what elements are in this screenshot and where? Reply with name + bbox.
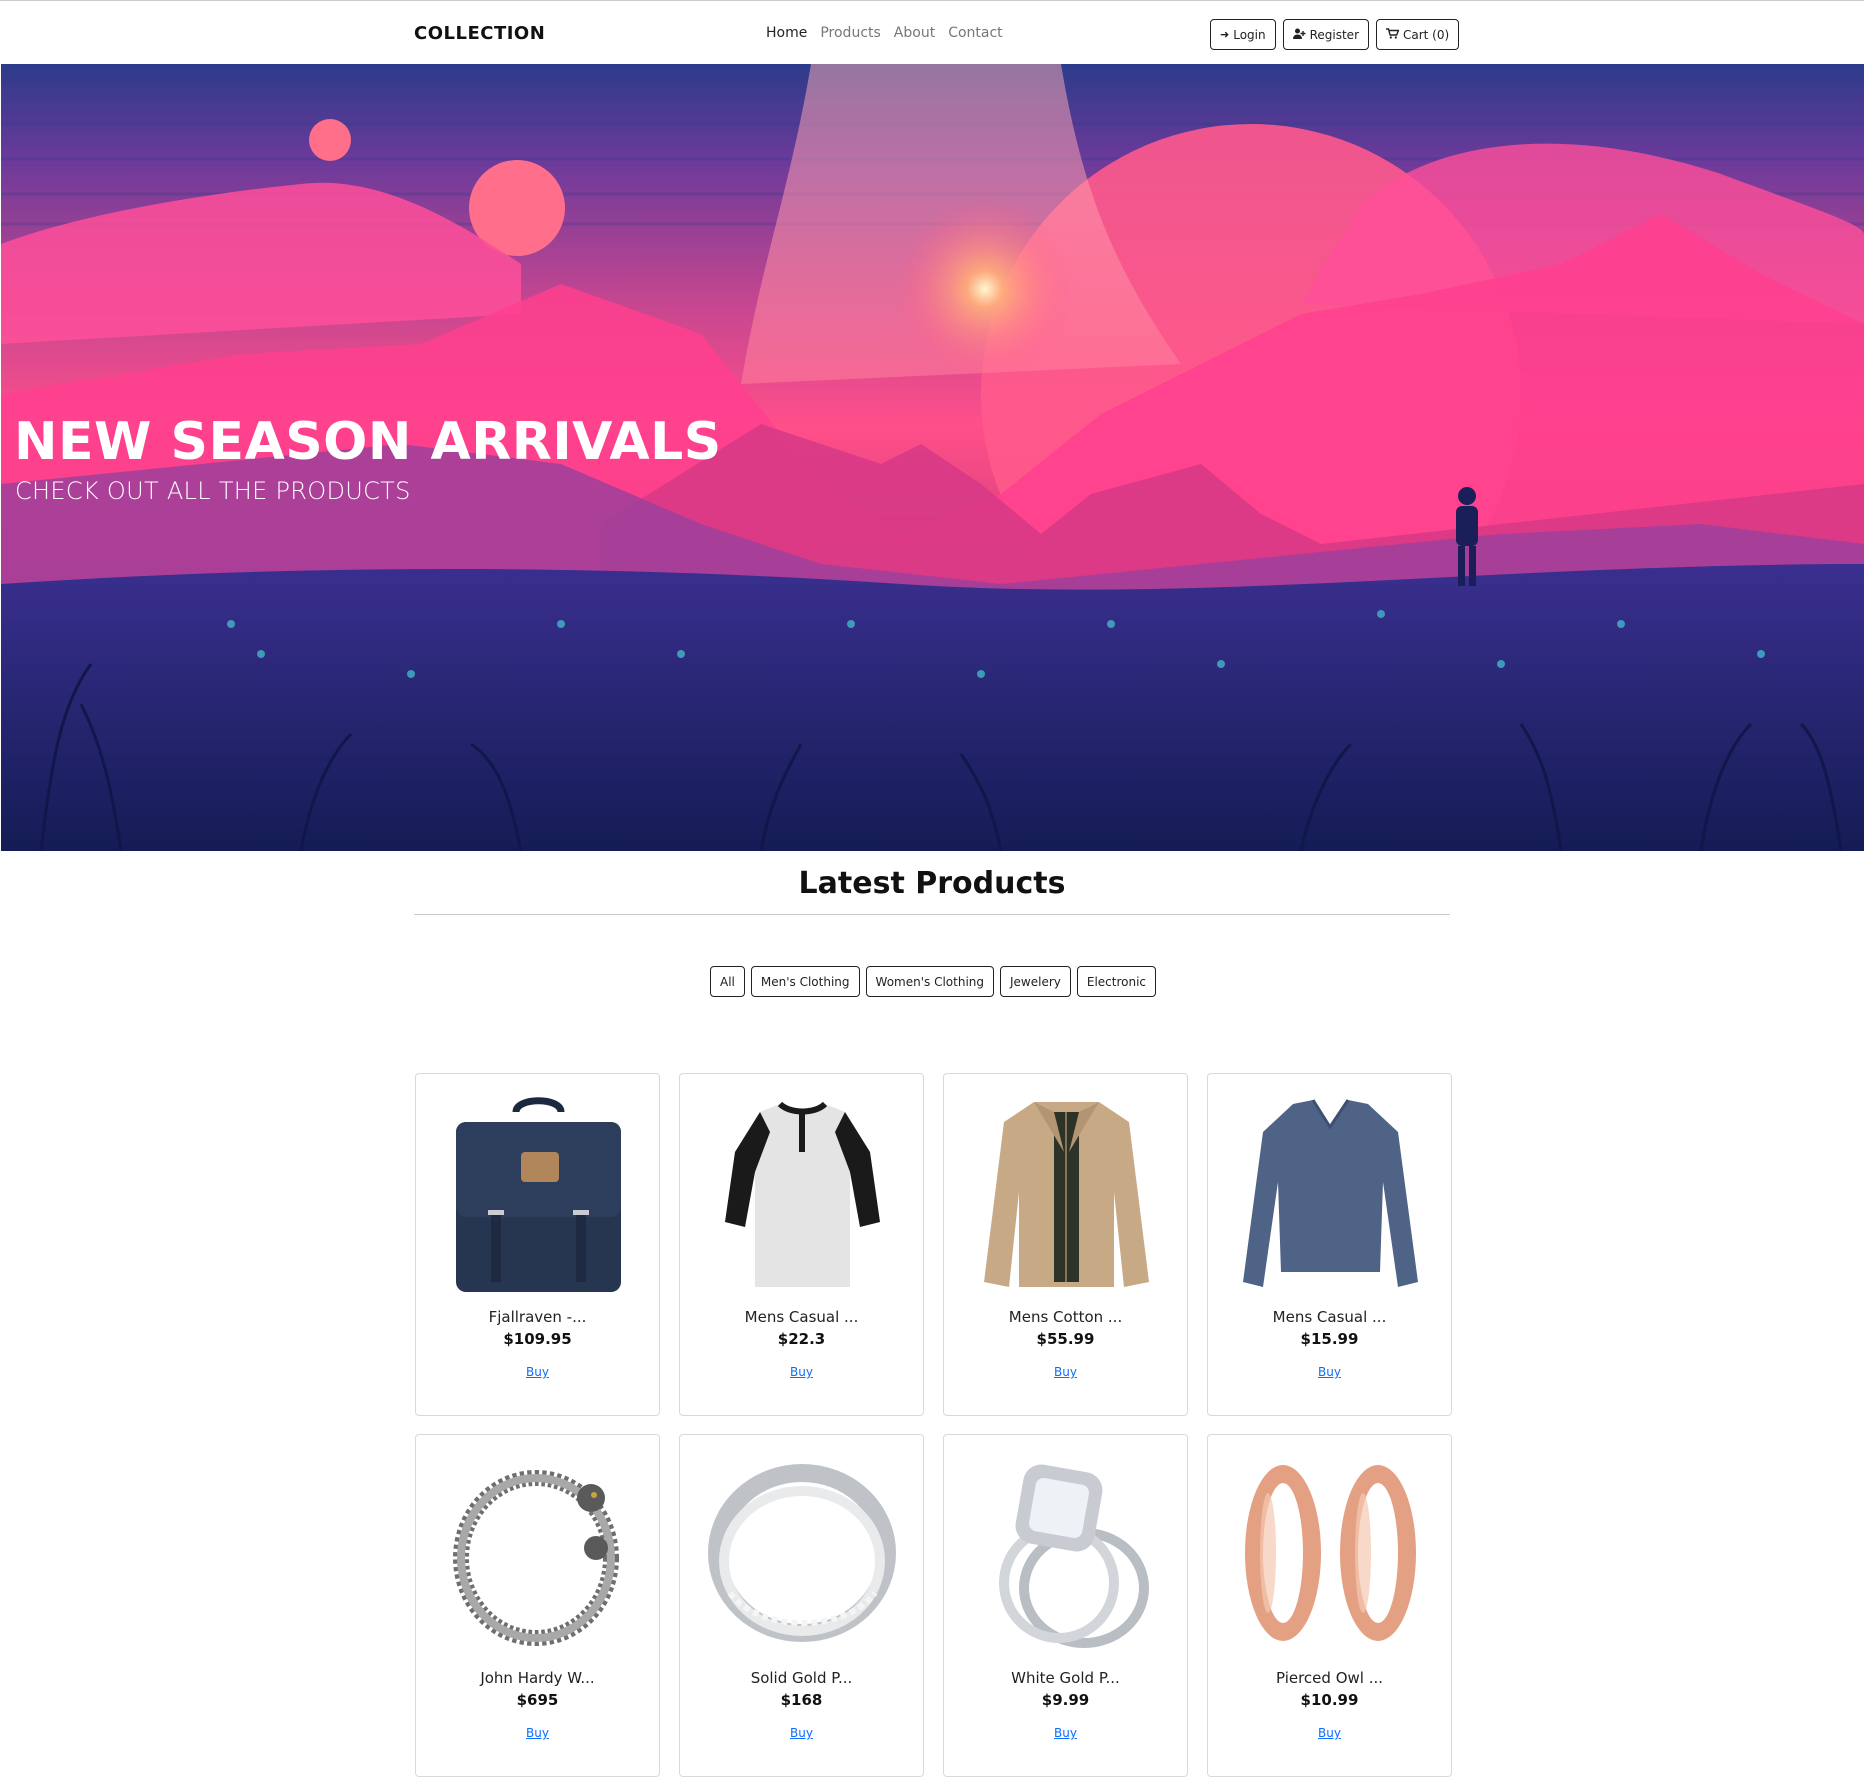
product-price: $10.99	[1300, 1691, 1359, 1709]
product-name: John Hardy W...	[480, 1669, 595, 1687]
product-card[interactable]: Mens Casual ... $22.3 Buy	[679, 1073, 924, 1416]
product-name: Fjallraven -...	[488, 1308, 587, 1326]
user-plus-icon	[1292, 28, 1306, 42]
buy-link[interactable]: Buy	[680, 1726, 923, 1740]
product-card[interactable]: Solid Gold P... $168 Buy	[679, 1434, 924, 1777]
filter-womens-clothing-button[interactable]: Women's Clothing	[865, 966, 994, 997]
cart-label: Cart (0)	[1403, 27, 1450, 42]
filter-jewelery-button[interactable]: Jewelery	[1000, 966, 1071, 997]
product-price: $168	[780, 1691, 823, 1709]
filter-electronic-button[interactable]: Electronic	[1076, 966, 1157, 997]
navbar: COLLECTION Home Products About Contact ➜…	[0, 0, 1864, 64]
backpack-icon	[436, 1092, 641, 1297]
filter-all-button[interactable]: All	[710, 966, 745, 997]
nav-link-about[interactable]: About	[894, 25, 935, 41]
product-price: $9.99	[1041, 1691, 1090, 1709]
product-card[interactable]: Mens Casual ... $15.99 Buy	[1207, 1073, 1452, 1416]
login-label: Login	[1233, 27, 1266, 42]
buy-link[interactable]: Buy	[416, 1365, 659, 1379]
filter-mens-clothing-button[interactable]: Men's Clothing	[750, 966, 860, 997]
brand-logo[interactable]: COLLECTION	[414, 23, 545, 44]
hero-title: NEW SEASON ARRIVALS	[14, 412, 722, 472]
nav-links: Home Products About Contact	[766, 25, 1003, 41]
product-name: Mens Casual ...	[744, 1308, 859, 1326]
product-card[interactable]: Fjallraven -... $109.95 Buy	[415, 1073, 660, 1416]
nav-link-products[interactable]: Products	[820, 25, 880, 41]
hero-subtitle: CHECK OUT ALL THE PRODUCTS	[15, 477, 411, 505]
register-button[interactable]: Register	[1282, 19, 1369, 50]
raglan-tshirt-icon	[700, 1092, 905, 1297]
login-button[interactable]: ➜ Login	[1210, 19, 1276, 50]
buy-link[interactable]: Buy	[1208, 1365, 1451, 1379]
hero-banner: NEW SEASON ARRIVALS CHECK OUT ALL THE PR…	[1, 64, 1864, 851]
product-price: $695	[516, 1691, 559, 1709]
section-title: Latest Products	[798, 866, 1066, 901]
nav-buttons: ➜ Login Register Cart (0)	[1210, 19, 1460, 50]
nav-link-contact[interactable]: Contact	[948, 25, 1002, 41]
jacket-icon	[964, 1092, 1169, 1297]
long-sleeve-shirt-icon	[1228, 1092, 1433, 1297]
product-name: Mens Cotton ...	[1008, 1308, 1123, 1326]
buy-link[interactable]: Buy	[680, 1365, 923, 1379]
product-name: Solid Gold P...	[750, 1669, 853, 1687]
ring-icon	[700, 1453, 905, 1658]
product-price: $15.99	[1300, 1330, 1359, 1348]
buy-link[interactable]: Buy	[944, 1726, 1187, 1740]
product-name: Mens Casual ...	[1272, 1308, 1387, 1326]
product-grid: Fjallraven -... $109.95 Buy Mens Casual …	[415, 1073, 1452, 1777]
product-card[interactable]: Pierced Owl ... $10.99 Buy	[1207, 1434, 1452, 1777]
product-name: White Gold P...	[1011, 1669, 1120, 1687]
nav-link-home[interactable]: Home	[766, 25, 807, 41]
register-label: Register	[1309, 27, 1359, 42]
product-card[interactable]: John Hardy W... $695 Buy	[415, 1434, 660, 1777]
product-price: $109.95	[503, 1330, 572, 1348]
cart-button[interactable]: Cart (0)	[1376, 19, 1460, 50]
buy-link[interactable]: Buy	[416, 1726, 659, 1740]
category-filters: All Men's Clothing Women's Clothing Jewe…	[710, 966, 1157, 997]
bracelet-icon	[436, 1453, 641, 1658]
cart-icon	[1386, 27, 1400, 42]
ear-plugs-icon	[1228, 1453, 1433, 1658]
product-price: $22.3	[777, 1330, 826, 1348]
buy-link[interactable]: Buy	[1208, 1726, 1451, 1740]
section-divider	[414, 914, 1450, 915]
diamond-ring-icon	[964, 1453, 1169, 1658]
product-card[interactable]: White Gold P... $9.99 Buy	[943, 1434, 1188, 1777]
product-card[interactable]: Mens Cotton ... $55.99 Buy	[943, 1073, 1188, 1416]
product-price: $55.99	[1036, 1330, 1095, 1348]
product-name: Pierced Owl ...	[1275, 1669, 1384, 1687]
sign-in-icon: ➜	[1220, 28, 1230, 41]
buy-link[interactable]: Buy	[944, 1365, 1187, 1379]
